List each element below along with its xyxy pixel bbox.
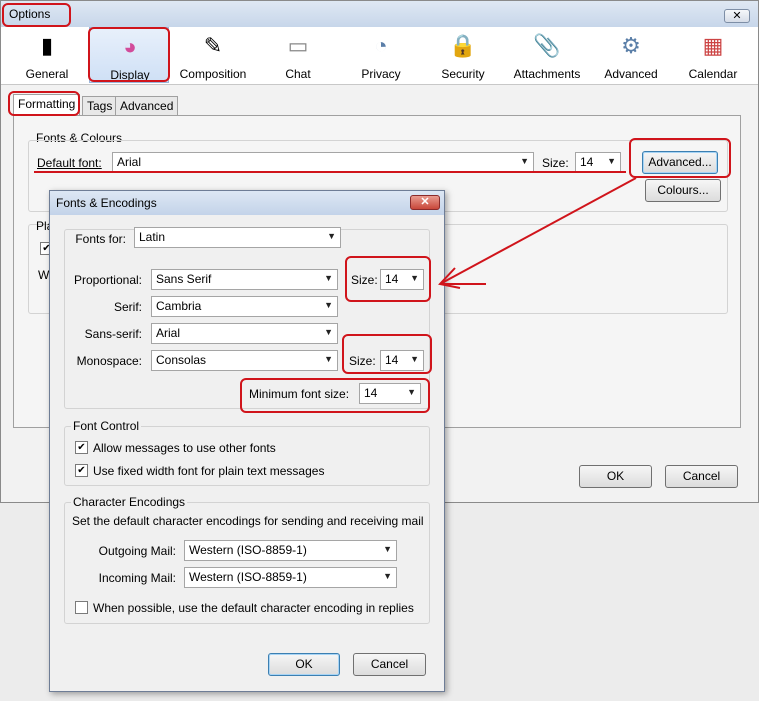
annotation-overlay [34,171,637,289]
annotation-arrow-line [439,177,637,285]
